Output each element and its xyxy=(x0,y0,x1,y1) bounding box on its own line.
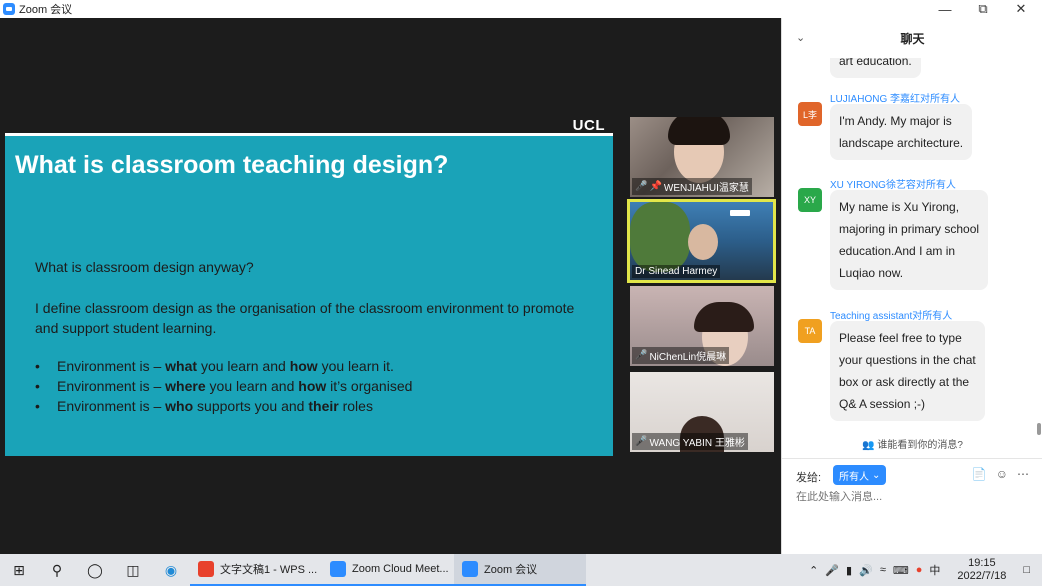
person-icon: 👥 xyxy=(862,440,875,451)
chat-message: L李 LUJIAHONG 李嘉红对所有人 I'm Andy. My major … xyxy=(798,90,1032,170)
edge-browser-icon[interactable]: ◉ xyxy=(152,554,190,586)
cortana-icon[interactable]: ◯ xyxy=(76,554,114,586)
microphone-icon[interactable]: 🎤 xyxy=(825,564,839,577)
window-title: Zoom 会议 xyxy=(19,4,73,16)
slide-body: What is classroom design anyway? I defin… xyxy=(35,257,595,416)
participant-name: WENJIAHUI温家慧 xyxy=(663,183,749,194)
chat-bubble: I'm Andy. My major is landscape architec… xyxy=(830,104,973,160)
ime-icon[interactable]: 中 xyxy=(929,562,940,578)
recipient-dropdown[interactable]: 所有人 ⌄ xyxy=(833,465,887,485)
task-view-icon[interactable]: ◫ xyxy=(114,554,152,586)
search-icon[interactable]: ⚲ xyxy=(38,554,76,586)
volume-icon[interactable]: 🔊 xyxy=(859,564,873,577)
chat-sender: Teaching assistant对所有人 xyxy=(830,311,953,322)
participant-tile[interactable]: 🎤 NiChenLin倪晨琳 xyxy=(630,286,774,366)
file-icon[interactable]: 📄 xyxy=(972,467,987,481)
ucl-logo: UCL xyxy=(572,117,605,134)
close-button[interactable]: ✕ xyxy=(1001,0,1041,18)
chat-header: ⌄ 聊天 xyxy=(782,18,1042,58)
chat-bubble: Please feel free to type your questions … xyxy=(830,321,985,421)
chat-scrollbar[interactable] xyxy=(1037,423,1041,435)
battery-icon[interactable]: ▮ xyxy=(846,564,852,577)
minimize-button[interactable]: — xyxy=(925,0,965,18)
chat-sender: LUJIAHONG 李嘉红对所有人 xyxy=(830,94,961,105)
send-to-label: 发给: xyxy=(796,472,822,484)
zoom-icon xyxy=(330,561,346,577)
slide-bullets: Environment is – what you learn and how … xyxy=(35,356,595,416)
emoji-icon[interactable]: ☺ xyxy=(996,467,1008,481)
chevron-down-icon[interactable]: ⌄ xyxy=(796,31,805,44)
mic-muted-icon: 🎤 xyxy=(635,181,648,192)
participant-tile[interactable]: 🎤 📌 WENJIAHUI温家慧 xyxy=(630,117,774,197)
chevron-up-icon[interactable]: ⌃ xyxy=(809,564,818,577)
notification-icon[interactable]: □ xyxy=(1023,564,1030,576)
wps-icon xyxy=(198,561,214,577)
bullet-item: Environment is – what you learn and how … xyxy=(35,356,595,376)
slide-question: What is classroom design anyway? xyxy=(35,259,254,275)
chat-bubble: My name is Xu Yirong, majoring in primar… xyxy=(830,190,989,290)
wifi-icon[interactable]: ≈ xyxy=(880,564,886,576)
participant-name: NiChenLin倪晨琳 xyxy=(649,352,727,363)
participant-name: Dr Sinead Harmey xyxy=(635,266,718,277)
chat-compose: 发给: 所有人 ⌄ 📄 ☺ ⋯ xyxy=(782,458,1042,554)
windows-start-icon[interactable]: ⊞ xyxy=(0,554,38,586)
pin-icon: 📌 xyxy=(649,181,662,192)
zoom-icon xyxy=(462,561,478,577)
mic-muted-icon: 🎤 xyxy=(635,350,648,361)
title-bar: Zoom 会议 — ⧉ ✕ xyxy=(0,0,1042,18)
clock[interactable]: 19:15 2022/7/18 xyxy=(957,557,1006,583)
mic-muted-icon: 🎤 xyxy=(635,436,648,447)
system-tray: ⌃ 🎤 ▮ 🔊 ≈ ⌨ ● 中 19:15 2022/7/18 □ xyxy=(809,554,1042,586)
chat-message-fragment: art education. xyxy=(830,58,921,78)
slide-definition: I define classroom design as the organis… xyxy=(35,300,575,336)
bullet-item: Environment is – who supports you and th… xyxy=(35,396,595,416)
participant-gallery: 🎤 📌 WENJIAHUI温家慧 Dr Sinead Harmey 🎤 NiChenL… xyxy=(627,117,776,458)
chat-message: TA Teaching assistant对所有人 Please feel fr… xyxy=(798,307,1032,437)
avatar: L李 xyxy=(798,102,822,126)
chat-input[interactable] xyxy=(796,491,1026,503)
more-icon[interactable]: ⋯ xyxy=(1017,467,1029,481)
participant-tile-active-speaker[interactable]: Dr Sinead Harmey xyxy=(627,199,776,283)
chevron-down-icon: ⌄ xyxy=(872,469,881,481)
participant-video xyxy=(688,224,718,260)
zoom-app-icon xyxy=(3,3,15,15)
who-can-see-link[interactable]: 👥 谁能看到你的消息? xyxy=(782,436,1042,451)
avatar: TA xyxy=(798,319,822,343)
keyboard-icon[interactable]: ⌨ xyxy=(893,564,909,577)
taskbar-app-zoom-cloud[interactable]: Zoom Cloud Meet... xyxy=(322,554,454,586)
participant-tile[interactable]: 🎤 WANG YABIN 王雅彬 xyxy=(630,372,774,452)
avatar: XY xyxy=(798,188,822,212)
chat-message: XY XU YIRONG徐艺容对所有人 My name is Xu Yirong… xyxy=(798,176,1032,301)
participant-name: WANG YABIN 王雅彬 xyxy=(649,438,745,449)
chat-panel: ⌄ 聊天 art education. L李 LUJIAHONG 李嘉红对所有人… xyxy=(781,18,1042,554)
shared-slide: UCL What is classroom teaching design? W… xyxy=(5,115,613,456)
maximize-button[interactable]: ⧉ xyxy=(963,0,1003,18)
bullet-item: Environment is – where you learn and how… xyxy=(35,376,595,396)
chat-title: 聊天 xyxy=(900,31,925,46)
slide-title: What is classroom teaching design? xyxy=(15,151,449,179)
taskbar: ⊞ ⚲ ◯ ◫ ◉ 文字文稿1 - WPS ... Zoom Cloud Mee… xyxy=(0,554,1042,586)
taskbar-app-wps[interactable]: 文字文稿1 - WPS ... xyxy=(190,554,322,586)
taskbar-app-zoom-meeting[interactable]: Zoom 会议 xyxy=(454,554,586,586)
wps-tray-icon[interactable]: ● xyxy=(916,564,923,576)
chat-message-list[interactable]: art education. L李 LUJIAHONG 李嘉红对所有人 I'm … xyxy=(782,58,1032,443)
chat-sender: XU YIRONG徐艺容对所有人 xyxy=(830,180,956,191)
